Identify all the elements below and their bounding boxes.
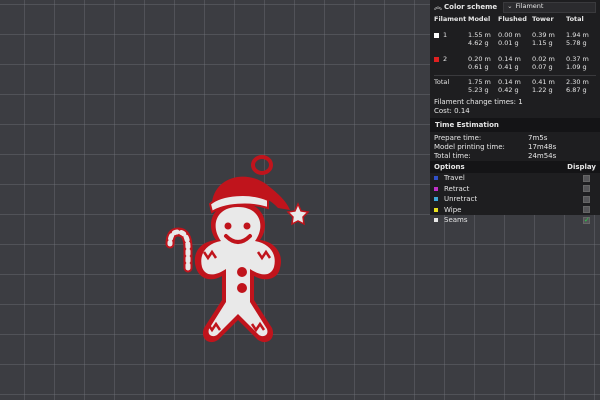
cost-text: Cost: 0.14 (434, 107, 470, 115)
total-label: Total (434, 78, 450, 86)
time-row: Total time: 24m54s (430, 152, 600, 161)
cell: 5.23 g (468, 86, 489, 95)
cell: 1.22 g (532, 86, 553, 95)
time-label: Total time: (434, 152, 471, 160)
column-header: Total (566, 15, 584, 24)
cell: 0.01 g (498, 39, 519, 48)
seams-color-swatch (434, 218, 438, 223)
color-scheme-value: Filament (515, 2, 544, 11)
color-scheme-header: ︽ Color scheme ⌄ Filament (430, 0, 600, 14)
body-button (237, 267, 247, 277)
hat-pompom-star (286, 202, 310, 226)
option-wipe: Wipe (430, 205, 600, 216)
cell: 0.42 g (498, 86, 519, 95)
gingerbread-ornament-model[interactable] (150, 140, 325, 355)
wipe-color-swatch (434, 207, 438, 212)
color-scheme-title: Color scheme (444, 2, 498, 11)
filament-total-table: Total 1.75 m 0.14 m 0.41 m 2.30 m 5.23 g… (434, 78, 596, 95)
time-value: 17m48s (528, 143, 557, 151)
display-column-label: Display (567, 162, 596, 171)
time-value: 7m5s (528, 134, 548, 142)
option-label: Travel (444, 174, 465, 183)
filament-usage-table: Filament Model Flushed Tower Total 1 1.5… (434, 16, 596, 72)
options-header: Options Display (430, 161, 600, 173)
unretract-color-swatch (434, 197, 438, 202)
collapse-chevron-icon[interactable]: ︽ (434, 2, 444, 11)
column-header: Tower (532, 15, 554, 24)
time-label: Model printing time: (434, 143, 505, 151)
right-eye (243, 222, 251, 230)
option-seams: Seams (430, 215, 600, 226)
travel-color-swatch (434, 176, 438, 181)
filament-table-header: Filament Model Flushed Tower Total (434, 16, 596, 24)
cell: 5.78 g (566, 39, 587, 48)
cell: 6.87 g (566, 86, 587, 95)
gcode-legend-panel: ︽ Color scheme ⌄ Filament Filament Model… (430, 0, 600, 224)
cell: 0.41 g (498, 63, 519, 72)
filament-id: 1 (443, 31, 448, 39)
column-header: Flushed (498, 15, 527, 24)
color-scheme-dropdown[interactable]: ⌄ Filament (503, 1, 596, 13)
unretract-display-checkbox[interactable] (583, 195, 590, 203)
body-button (237, 283, 247, 293)
divider (434, 75, 596, 76)
column-header: Filament (434, 15, 467, 24)
option-label: Retract (444, 184, 470, 193)
time-estimation-title: Time Estimation (430, 118, 600, 132)
ornament-hang-loop (251, 155, 273, 175)
option-retract: Retract (430, 184, 600, 195)
cell: 4.62 g (468, 39, 489, 48)
column-header: Model (468, 15, 491, 24)
filament-2-swatch (434, 56, 439, 62)
options-title: Options (434, 162, 465, 171)
retract-color-swatch (434, 186, 438, 191)
time-label: Prepare time: (434, 134, 482, 142)
filament-change-times: Filament change times: 1 (434, 98, 523, 106)
cell: 1.15 g (532, 39, 553, 48)
left-eye (224, 222, 232, 230)
chevron-down-icon: ⌄ (507, 2, 513, 11)
time-row: Model printing time: 17m48s (430, 143, 600, 152)
option-label: Seams (444, 216, 468, 225)
option-label: Wipe (444, 205, 462, 214)
time-value: 24m54s (528, 152, 557, 160)
seams-display-checkbox[interactable] (583, 216, 590, 224)
cell: 0.07 g (532, 63, 553, 72)
travel-display-checkbox[interactable] (583, 174, 590, 182)
option-travel: Travel (430, 173, 600, 184)
filament-id: 2 (443, 55, 448, 63)
cell: 0.61 g (468, 63, 489, 72)
cell: 1.09 g (566, 63, 587, 72)
retract-display-checkbox[interactable] (583, 185, 590, 193)
time-row: Prepare time: 7m5s (430, 134, 600, 143)
option-label: Unretract (444, 195, 478, 204)
wipe-display-checkbox[interactable] (583, 206, 590, 214)
option-unretract: Unretract (430, 194, 600, 205)
filament-1-swatch (434, 32, 439, 38)
